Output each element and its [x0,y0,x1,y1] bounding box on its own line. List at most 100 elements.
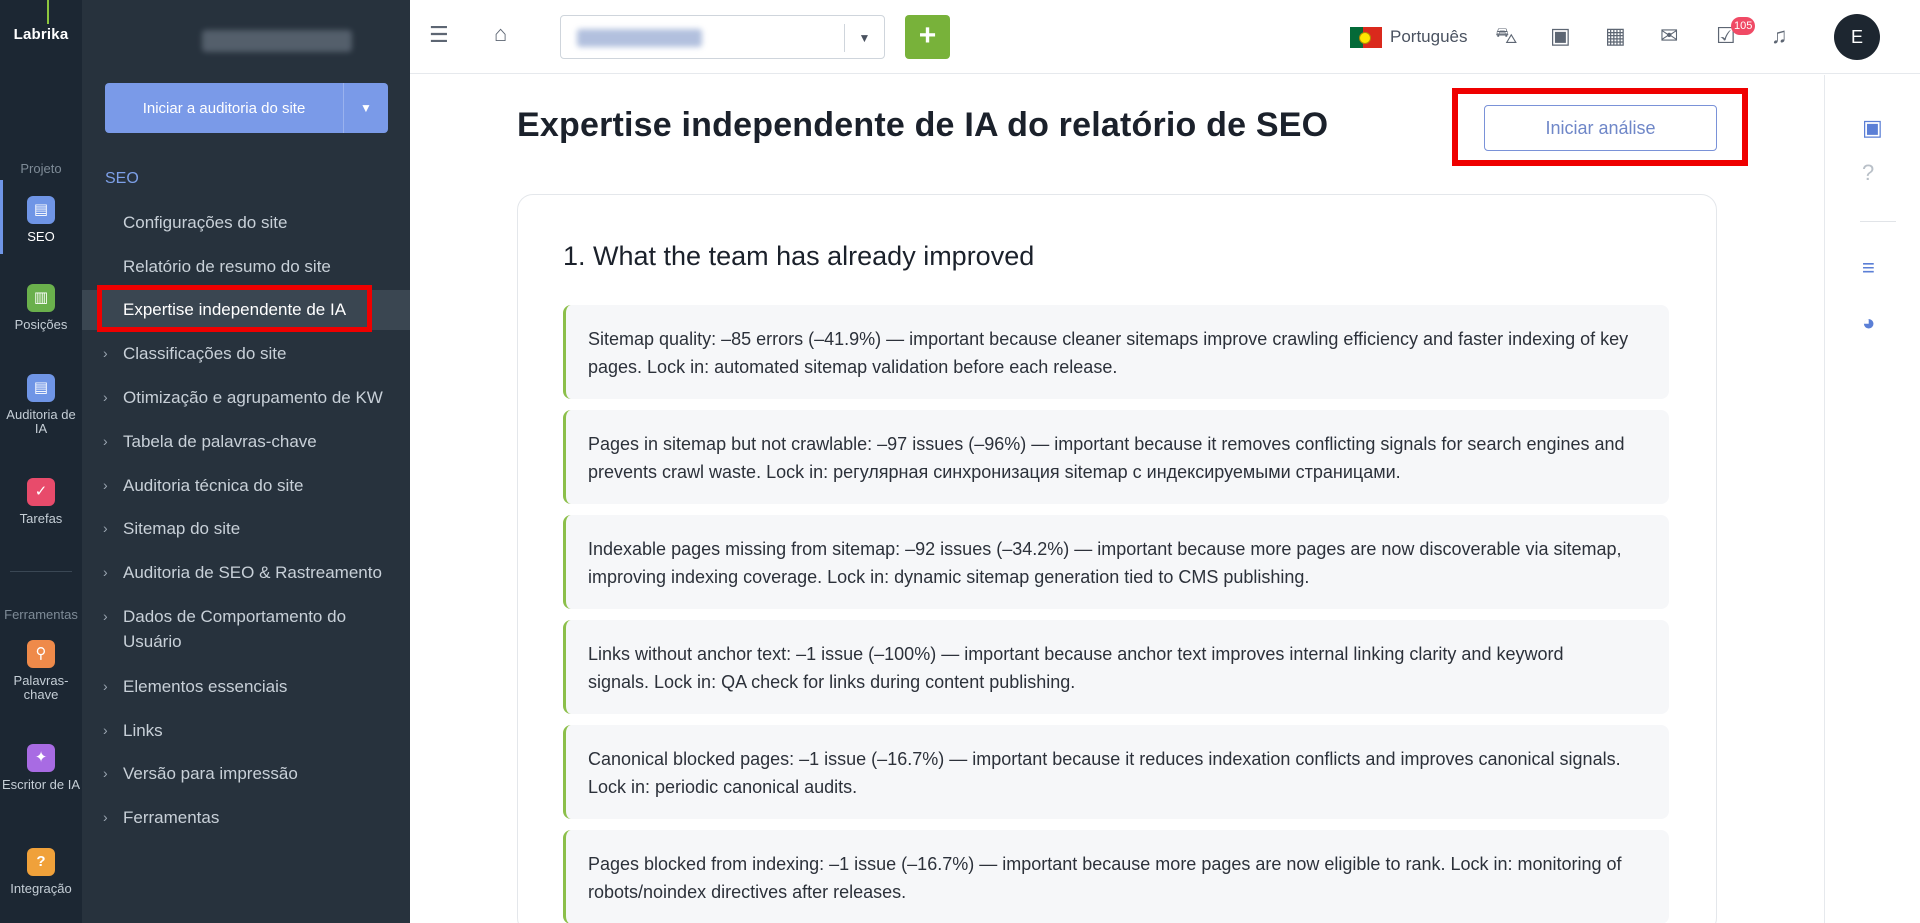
list-item: Links without anchor text: –1 issue (–10… [563,620,1669,714]
item-line: Pages blocked from indexing: –1 issue (–… [588,854,1622,874]
menu-item-summary-report[interactable]: Relatório de resumo do site [82,254,410,279]
menu-item-tools[interactable]: › Ferramentas [82,805,410,830]
rail-item-label: Escritor de IA [1,777,81,792]
item-line: robots/noindex directives after releases… [588,882,907,902]
palette-icon[interactable]: ◕ [1862,310,1875,336]
menu-item-label: Dados de Comportamento do Usuário [123,607,347,651]
menu-item-site-rankings[interactable]: › Classificações do site [82,341,410,366]
chevron-right-icon: › [103,389,108,405]
item-line: improving indexing coverage. Lock in: dy… [588,567,1310,587]
rail-item-integration[interactable]: ? Integração [0,848,82,896]
item-line: Lock in: periodic canonical audits. [588,777,858,797]
bell-icon[interactable]: ♫ [1771,23,1788,49]
calendar-icon[interactable]: ▦ [1605,23,1626,49]
menu-item-seo-crawl-audit[interactable]: › Auditoria de SEO & Rastreamento [82,560,410,585]
rail-item-label: Posições [14,317,68,332]
magic-wand-icon: ✦ [27,744,55,772]
check-icon: ✓ [27,478,55,506]
list-item: Indexable pages missing from sitemap: –9… [563,515,1669,609]
rail-section-project: Projeto [20,161,62,176]
menu-section-seo: SEO [105,170,139,187]
chevron-right-icon: › [103,678,108,694]
wallet-icon[interactable]: ▣ [1550,23,1571,49]
icon-rail: Labrika Projeto ▤ SEO ▥ Posições ▤ Audit… [0,0,82,923]
rail-item-keywords[interactable]: ⚲ Palavras-chave [0,640,82,702]
highlight-box-menu [97,285,372,332]
menu-item-links[interactable]: › Links [82,718,410,743]
menu-item-keyword-table[interactable]: › Tabela de palavras-chave [82,429,410,454]
rail-item-label: Tarefas [19,511,63,526]
rail-item-ai-audit[interactable]: ▤ Auditoria de IA [0,374,82,436]
menu-item-label: Auditoria técnica do site [123,476,304,495]
list-item: Canonical blocked pages: –1 issue (–16.7… [563,725,1669,819]
menu-item-label: Ferramentas [123,808,220,827]
add-project-button[interactable]: + [905,15,950,59]
improvements-card: 1. What the team has already improved Si… [517,194,1717,923]
chevron-right-icon: › [103,477,108,493]
chevron-right-icon: › [103,345,108,361]
rail-divider [10,571,72,572]
notification-count-badge: 105 [1731,17,1756,35]
menu-item-technical-audit[interactable]: › Auditoria técnica do site [82,473,410,498]
menu-item-label: Elementos essenciais [123,677,288,696]
item-line: Links without anchor text: –1 issue (–10… [588,644,1564,664]
help-circle-icon: ? [27,848,55,876]
chevron-right-icon: › [103,564,108,580]
item-line: Pages in sitemap but not crawlable: –97 … [588,434,1625,454]
user-avatar[interactable]: E [1834,14,1880,60]
menu-item-label: Auditoria de SEO & Rastreamento [123,563,382,582]
item-line: Indexable pages missing from sitemap: –9… [588,539,1622,559]
menu-item-essentials[interactable]: › Elementos essenciais [82,674,410,699]
menu-item-sitemap[interactable]: › Sitemap do site [82,516,410,541]
project-name-blurred [577,29,702,47]
item-line: Sitemap quality: –85 errors (–41.9%) — i… [588,329,1629,349]
menu-item-kw-optimization[interactable]: › Otimização e agrupamento de KW [82,385,410,410]
list-item: Sitemap quality: –85 errors (–41.9%) — i… [563,305,1669,399]
app-logo[interactable]: Labrika [0,26,82,43]
menu-item-label: Sitemap do site [123,519,241,538]
rail-item-seo[interactable]: ▤ SEO [0,180,82,254]
start-audit-button[interactable]: Iniciar a auditoria do site [105,83,343,133]
chevron-right-icon: › [103,520,108,536]
item-line: prevents crawl waste. Lock in: регулярна… [588,462,1401,482]
home-icon[interactable]: ⌂ [494,21,507,47]
right-rail: ▣ ? ≡ ◕ [1824,75,1920,923]
logo-accent [47,0,49,24]
card-heading: 1. What the team has already improved [563,241,1035,271]
archive-icon[interactable]: ▣ [1862,115,1883,141]
seo-menu: Iniciar a auditoria do site ▼ SEO Config… [82,0,410,923]
rail-item-label: Integração [10,881,72,896]
question-icon[interactable]: ? [1862,160,1874,186]
chevron-down-icon[interactable]: ▼ [343,83,388,133]
rail-item-tasks[interactable]: ✓ Tarefas [0,478,82,526]
chevron-down-icon[interactable]: ▼ [844,24,884,52]
rail-item-label: Auditoria de IA [6,407,76,436]
menu-item-label: Versão para impressão [123,764,298,783]
highlight-box-button [1452,88,1748,166]
list-icon[interactable]: ≡ [1862,255,1875,281]
menu-item-label: Classificações do site [123,344,287,363]
item-line: pages. Lock in: automated sitemap valida… [588,357,1118,377]
menu-item-print-version[interactable]: › Versão para impressão [82,761,410,786]
start-audit-button-group: Iniciar a auditoria do site ▼ [105,83,388,133]
menu-item-site-settings[interactable]: Configurações do site [82,210,410,235]
page-title: Expertise independente de IA do relatóri… [517,106,1329,144]
rail-item-label: Palavras-chave [13,673,69,702]
menu-item-label: Links [123,721,163,740]
top-header: ☰ ⌂ ▼ + Português ⛍ ▣ ▦ ✉ ☑ 105 ♫ E [410,0,1920,74]
cart-icon[interactable]: ⛍ [1495,23,1518,52]
language-selector[interactable]: Português [1390,27,1468,47]
clipboard-icon: ▤ [27,196,55,224]
rail-item-positions[interactable]: ▥ Posições [0,284,82,332]
rail-item-label: SEO [27,229,55,244]
site-name-blurred [202,30,352,52]
menu-item-user-behavior[interactable]: › Dados de Comportamento do Usuário [82,604,412,654]
rail-item-ai-writer[interactable]: ✦ Escritor de IA [0,744,82,792]
menu-item-label: Tabela de palavras-chave [123,432,317,451]
portugal-flag-icon[interactable] [1350,27,1382,48]
item-line: Canonical blocked pages: –1 issue (–16.7… [588,749,1621,769]
hamburger-menu-icon[interactable]: ☰ [429,22,449,48]
chat-icon[interactable]: ✉ [1660,23,1678,49]
project-select[interactable]: ▼ [560,15,885,59]
chevron-right-icon: › [103,722,108,738]
